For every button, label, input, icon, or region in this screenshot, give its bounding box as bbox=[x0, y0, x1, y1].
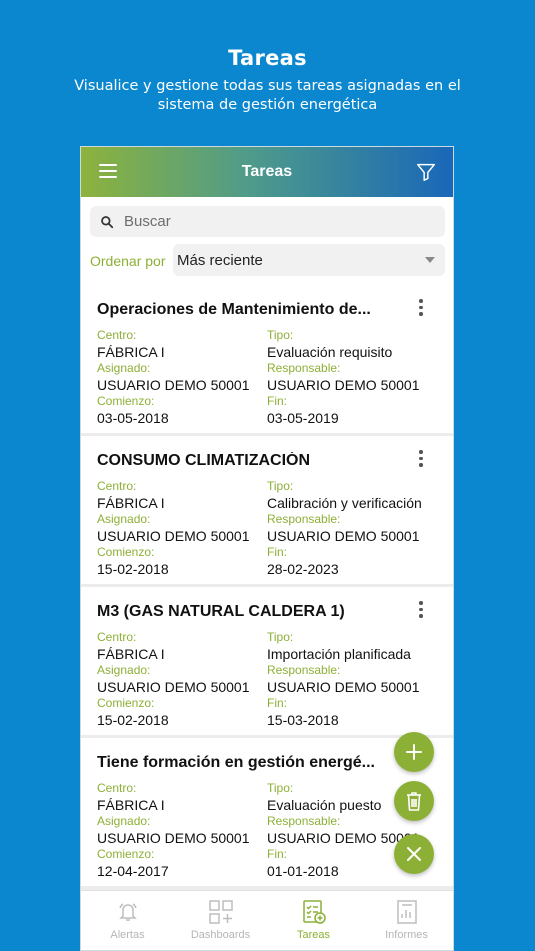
nav-item-informes[interactable]: Informes bbox=[360, 891, 453, 950]
task-responsable: Responsable: USUARIO DEMO 50001 bbox=[267, 512, 420, 545]
search-icon bbox=[101, 215, 114, 228]
task-fin: Fin: 01-01-2018 bbox=[267, 847, 339, 880]
more-options-icon[interactable] bbox=[417, 601, 425, 619]
dashboard-grid-icon bbox=[208, 900, 233, 924]
bottom-navigation: Alertas Dashboards Tareas Informes bbox=[81, 890, 453, 950]
bell-icon bbox=[118, 903, 137, 921]
promo-title: Tareas bbox=[228, 46, 307, 70]
checklist-icon bbox=[302, 900, 326, 924]
task-card[interactable]: Operaciones de Mantenimiento de... Centr… bbox=[81, 285, 453, 433]
app-bar: Tareas bbox=[81, 147, 453, 197]
task-centro: Centro: FÁBRICA I bbox=[97, 781, 165, 814]
task-title: Tiene formación en gestión energé... bbox=[97, 754, 375, 771]
task-tipo: Tipo: Evaluación puesto bbox=[267, 781, 382, 814]
search-box[interactable] bbox=[90, 206, 445, 237]
search-input[interactable] bbox=[124, 213, 424, 230]
close-icon bbox=[407, 847, 421, 861]
task-centro: Centro: FÁBRICA I bbox=[97, 630, 165, 663]
task-responsable: Responsable: USUARIO DEMO 50001 bbox=[267, 361, 420, 394]
more-options-icon[interactable] bbox=[417, 450, 425, 468]
task-centro: Centro: FÁBRICA I bbox=[97, 328, 165, 361]
task-title: M3 (GAS NATURAL CALDERA 1) bbox=[97, 603, 345, 620]
sort-selected-value: Más reciente bbox=[177, 251, 263, 269]
sort-label: Ordenar por bbox=[90, 253, 166, 269]
task-card[interactable]: CONSUMO CLIMATIZACIÓN Centro: FÁBRICA I T… bbox=[81, 436, 453, 584]
nav-label: Alertas bbox=[110, 929, 145, 941]
more-options-icon[interactable] bbox=[417, 299, 425, 317]
task-asignado: Asignado: USUARIO DEMO 50001 bbox=[97, 814, 250, 847]
trash-icon bbox=[407, 792, 421, 811]
task-fin: Fin: 28-02-2023 bbox=[267, 545, 339, 578]
caret-down-icon bbox=[425, 257, 435, 263]
nav-label: Informes bbox=[385, 929, 428, 941]
task-comienzo: Comienzo: 15-02-2018 bbox=[97, 545, 169, 578]
task-card[interactable]: M3 (GAS NATURAL CALDERA 1) Centro: FÁBRIC… bbox=[81, 587, 453, 735]
task-comienzo: Comienzo: 15-02-2018 bbox=[97, 696, 169, 729]
phone-screen: Tareas Ordenar por Más reciente Operacio… bbox=[80, 146, 454, 951]
task-comienzo: Comienzo: 03-05-2018 bbox=[97, 394, 169, 427]
close-fab-menu-button[interactable] bbox=[394, 834, 434, 874]
task-fin: Fin: 03-05-2019 bbox=[267, 394, 339, 427]
task-asignado: Asignado: USUARIO DEMO 50001 bbox=[97, 361, 250, 394]
add-task-button[interactable] bbox=[394, 732, 434, 772]
task-title: Operaciones de Mantenimiento de... bbox=[97, 301, 371, 318]
task-comienzo: Comienzo: 12-04-2017 bbox=[97, 847, 169, 880]
delete-task-button[interactable] bbox=[394, 781, 434, 821]
sort-dropdown[interactable]: Más reciente bbox=[173, 244, 445, 276]
hamburger-menu-icon[interactable] bbox=[99, 164, 117, 178]
nav-label: Dashboards bbox=[190, 929, 251, 941]
filter-funnel-icon[interactable] bbox=[415, 161, 437, 183]
task-centro: Centro: FÁBRICA I bbox=[97, 479, 165, 512]
task-title: CONSUMO CLIMATIZACIÓN bbox=[97, 452, 311, 469]
nav-item-dashboards[interactable]: Dashboards bbox=[174, 891, 267, 950]
app-bar-title: Tareas bbox=[241, 163, 293, 180]
nav-item-alertas[interactable]: Alertas bbox=[81, 891, 174, 950]
task-responsable: Responsable: USUARIO DEMO 50001 bbox=[267, 663, 420, 696]
plus-icon bbox=[406, 744, 422, 760]
task-tipo: Tipo: Evaluación requisito bbox=[267, 328, 393, 361]
report-icon bbox=[396, 900, 417, 924]
nav-item-tareas[interactable]: Tareas bbox=[267, 891, 360, 950]
task-asignado: Asignado: USUARIO DEMO 50001 bbox=[97, 512, 250, 545]
nav-label: Tareas bbox=[296, 929, 331, 941]
task-tipo: Tipo: Calibración y verificación bbox=[267, 479, 422, 512]
task-fin: Fin: 15-03-2018 bbox=[267, 696, 339, 729]
promo-subtitle: Visualice y gestione todas sus tareas as… bbox=[74, 78, 461, 113]
task-asignado: Asignado: USUARIO DEMO 50001 bbox=[97, 663, 250, 696]
task-tipo: Tipo: Importación planificada bbox=[267, 630, 411, 663]
